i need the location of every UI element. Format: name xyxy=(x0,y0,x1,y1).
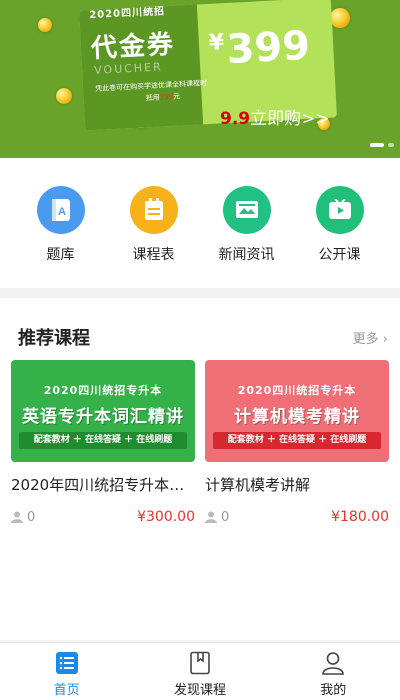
tab-mine[interactable]: 我的 xyxy=(283,643,383,700)
thumb-year: 2020四川统招专升本 xyxy=(43,384,163,397)
tab-label: 我的 xyxy=(320,683,347,698)
course-card[interactable]: 2020四川统招专升本 英语专升本词汇精讲 配套教材 ＋ 在线答疑 ＋ 在线刷题… xyxy=(11,360,195,525)
menu-label: 题库 xyxy=(46,247,75,263)
course-thumbnail: 2020四川统招专升本 计算机模考精讲 配套教材 ＋ 在线答疑 ＋ 在线刷题 xyxy=(205,360,389,462)
book-icon xyxy=(190,651,210,675)
more-link[interactable]: 更多 › xyxy=(353,328,388,347)
menu-item-question-bank[interactable]: A 题库 xyxy=(21,186,101,288)
menu-item-schedule[interactable]: 课程表 xyxy=(114,186,194,288)
menu-item-open-course[interactable]: 公开课 xyxy=(300,186,380,288)
video-icon xyxy=(315,186,364,234)
schedule-icon xyxy=(129,186,178,234)
menu-label: 新闻资讯 xyxy=(218,247,275,263)
thumb-year: 2020四川统招专升本 xyxy=(237,384,357,397)
course-meta: 0 ¥300.00 xyxy=(11,509,195,525)
carousel-dot[interactable] xyxy=(388,143,394,147)
svg-text:A: A xyxy=(58,206,66,218)
menu-label: 课程表 xyxy=(132,247,175,263)
user-icon xyxy=(322,652,345,675)
carousel-indicator[interactable] xyxy=(370,143,394,147)
tab-home[interactable]: 首页 xyxy=(17,643,117,700)
student-count: 0 xyxy=(205,510,229,525)
tab-label: 发现课程 xyxy=(173,683,226,698)
cta-price: 9.9 xyxy=(220,109,251,129)
user-icon xyxy=(205,511,217,523)
menu-item-news[interactable]: 新闻资讯 xyxy=(207,186,287,288)
question-bank-icon: A xyxy=(36,186,85,234)
coin-decoration xyxy=(330,8,350,28)
bottom-nav: 首页 发现课程 我的 xyxy=(0,642,400,700)
quick-menu: A 题库 课程表 新闻资讯 公开课 xyxy=(0,158,400,288)
promo-banner[interactable]: 2020四川统招 代金券 VOUCHER 凭此卷可在购买学途优课全科课程时 抵用… xyxy=(0,0,400,158)
student-count: 0 xyxy=(11,510,35,525)
home-list-icon xyxy=(55,652,78,674)
carousel-dot-active[interactable] xyxy=(370,143,384,147)
recommended-section: 推荐课程 更多 › 2020四川统招专升本 英语专升本词汇精讲 配套教材 ＋ 在… xyxy=(0,298,400,640)
voucher-title: 代金券 xyxy=(90,29,176,65)
cta-text: 立即购>> xyxy=(250,109,330,129)
buy-now-link[interactable]: 9.9立即购>> xyxy=(220,104,330,129)
thumb-tag: 配套教材 ＋ 在线答疑 ＋ 在线刷题 xyxy=(19,432,187,449)
student-count-value: 0 xyxy=(221,509,230,525)
course-title: 计算机模考讲解 xyxy=(205,476,311,494)
course-price: ¥180.00 xyxy=(331,509,389,525)
thumb-title: 英语专升本词汇精讲 xyxy=(22,407,184,427)
course-meta: 0 ¥180.00 xyxy=(205,509,389,525)
thumb-tag: 配套教材 ＋ 在线答疑 ＋ 在线刷题 xyxy=(213,432,381,449)
news-icon xyxy=(222,186,271,234)
tab-discover-courses[interactable]: 发现课程 xyxy=(150,643,250,700)
coin-decoration xyxy=(38,18,52,32)
tab-label: 首页 xyxy=(53,683,80,698)
thumb-title: 计算机模考精讲 xyxy=(234,407,360,427)
voucher-price: ¥399 xyxy=(208,22,312,73)
section-title: 推荐课程 xyxy=(18,328,90,349)
course-price: ¥300.00 xyxy=(137,509,195,525)
coin-decoration xyxy=(56,88,72,104)
voucher-note: 抵用399元 xyxy=(145,92,181,103)
course-thumbnail: 2020四川统招专升本 英语专升本词汇精讲 配套教材 ＋ 在线答疑 ＋ 在线刷题 xyxy=(11,360,195,462)
student-count-value: 0 xyxy=(27,509,36,525)
menu-label: 公开课 xyxy=(318,247,361,263)
course-title: 2020年四川统招专升本英语专升本词汇精讲 xyxy=(11,476,195,494)
course-card[interactable]: 2020四川统招专升本 计算机模考精讲 配套教材 ＋ 在线答疑 ＋ 在线刷题 计… xyxy=(205,360,389,525)
user-icon xyxy=(11,511,23,523)
